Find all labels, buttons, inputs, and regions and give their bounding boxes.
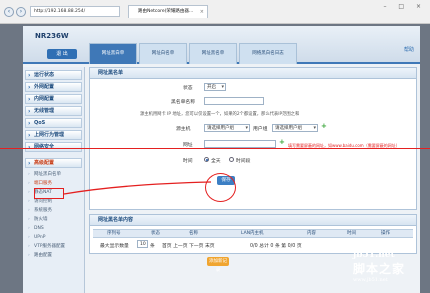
sidebar-sub-system-service[interactable]: 系统服务 bbox=[27, 206, 82, 215]
table-header: 序列号 状态 名称 LAN内主机 内容 时间 操作 bbox=[93, 229, 413, 238]
sidebar-item-wan[interactable]: 外网配置 bbox=[25, 82, 82, 92]
col-content: 内容 bbox=[307, 231, 316, 236]
router-header: NR236W 退 出 网址黑白单 网址白名单 网址黑名单 网络黑白名日志 帮助 bbox=[23, 26, 420, 64]
sidebar-sub-vtp[interactable]: VTP服务器配置 bbox=[27, 242, 82, 251]
sidebar-item-wireless[interactable]: 无线管理 bbox=[25, 106, 82, 116]
model-name: NR236W bbox=[35, 32, 69, 40]
help-link[interactable]: 帮助 bbox=[404, 46, 414, 53]
user-group-label: 用户组 bbox=[253, 127, 268, 132]
host-select[interactable]: 请选择用户组 bbox=[204, 124, 250, 132]
watermark-brand: 脚本之家 bbox=[353, 262, 406, 276]
pager-label: 最大显示数量 bbox=[100, 244, 129, 249]
col-serial: 序列号 bbox=[107, 231, 121, 236]
col-action: 操作 bbox=[381, 231, 390, 236]
sidebar-item-lan[interactable]: 内网配置 bbox=[25, 94, 82, 104]
watermark: jb51.net 脚本之家 www.jb51.net bbox=[353, 250, 405, 283]
sidebar-item-status[interactable]: 运行状态 bbox=[25, 70, 82, 80]
time-all-radio[interactable] bbox=[204, 157, 209, 162]
annotation-note: 填写需要屏蔽的网址，如www.baidu.com（需要屏蔽的网址） bbox=[288, 143, 400, 148]
time-period-radio[interactable] bbox=[229, 157, 234, 162]
host-label: 源主机 bbox=[176, 127, 191, 132]
col-time: 时间 bbox=[347, 231, 356, 236]
sidebar-item-behavior[interactable]: 上网行为管理 bbox=[25, 130, 82, 140]
back-button[interactable]: ‹ bbox=[4, 7, 14, 17]
logout-button[interactable]: 退 出 bbox=[47, 49, 77, 59]
url-label: 网址 bbox=[183, 143, 193, 148]
pager-info: 0/0 总计 0 条 第 0/0 页 bbox=[250, 244, 302, 249]
sidebar-item-qos[interactable]: QoS bbox=[25, 118, 82, 128]
sidebar-item-security[interactable]: 网络安全 bbox=[25, 142, 82, 152]
pager-nav[interactable]: 首页 上一页 下一页 末页 bbox=[162, 242, 215, 249]
browser-tab[interactable]: 路由Netcore)荣耀路由器... × bbox=[128, 5, 208, 18]
col-lan-host: LAN内主机 bbox=[241, 231, 264, 236]
host-hint: 源主机用网卡 IP 地址，您可以仅设置一个，如果的2个都设置，那么代表IP范围之… bbox=[140, 112, 300, 117]
col-status: 状态 bbox=[151, 231, 160, 236]
sidebar-item-advanced[interactable]: 高级配置 bbox=[25, 158, 82, 168]
add-url-icon[interactable]: + bbox=[279, 138, 285, 146]
address-bar[interactable]: http://192.168.88.254/ bbox=[30, 6, 120, 17]
name-field[interactable] bbox=[204, 97, 264, 105]
url-field[interactable] bbox=[204, 140, 276, 148]
user-group-select[interactable]: 请选择用户组 bbox=[272, 124, 318, 132]
tab-log[interactable]: 网络黑白名日志 bbox=[239, 43, 297, 64]
pager-unit: 条 bbox=[150, 244, 155, 249]
sidebar-sub-firewall[interactable]: 防火墙 bbox=[27, 215, 82, 224]
add-group-icon[interactable]: + bbox=[321, 122, 327, 130]
time-all-label: 全天 bbox=[211, 159, 221, 164]
col-name: 名称 bbox=[189, 231, 198, 236]
form-section-title: 网址黑名单 bbox=[90, 68, 416, 79]
status-select[interactable]: 开启 bbox=[204, 83, 226, 91]
name-label: 黑名单名称 bbox=[171, 100, 195, 105]
window-controls[interactable]: – □ × bbox=[383, 3, 426, 10]
watermark-url: www.jb51.net bbox=[353, 277, 388, 283]
sidebar-sub-routing[interactable]: 路由配置 bbox=[27, 251, 82, 260]
annotation-arrow bbox=[63, 181, 212, 195]
sidebar-sub-dns[interactable]: DNS bbox=[27, 224, 82, 233]
time-period-label: 时间段 bbox=[236, 159, 251, 164]
tab-blacklist[interactable]: 网址黑名单 bbox=[189, 43, 237, 64]
table-section-title: 网址黑名单内容 bbox=[90, 215, 416, 226]
sidebar-sub-upnp[interactable]: UPnP bbox=[27, 233, 82, 242]
status-label: 状态 bbox=[183, 86, 193, 91]
tab-url-filter[interactable]: 网址黑白单 bbox=[89, 43, 137, 64]
watermark-site: jb51.net bbox=[353, 250, 395, 260]
pager-count-field[interactable]: 10 bbox=[137, 240, 148, 248]
blacklist-table-panel: 网址黑名单内容 序列号 状态 名称 LAN内主机 内容 时间 操作 最大显示数量… bbox=[89, 214, 417, 254]
annotation-box bbox=[34, 188, 64, 199]
time-label: 时间 bbox=[183, 159, 193, 164]
add-record-button[interactable]: 添加新记录 bbox=[207, 257, 229, 273]
sidebar-sub-url-filter[interactable]: 网址黑白名单 bbox=[27, 170, 82, 179]
browser-toolbar: ‹ › http://192.168.88.254/ 路由Netcore)荣耀路… bbox=[0, 0, 430, 24]
tab-title: 路由Netcore)荣耀路由器... bbox=[138, 9, 194, 14]
tab-whitelist[interactable]: 网址白名单 bbox=[139, 43, 187, 64]
forward-button[interactable]: › bbox=[16, 7, 26, 17]
tab-close-icon[interactable]: × bbox=[200, 6, 204, 18]
